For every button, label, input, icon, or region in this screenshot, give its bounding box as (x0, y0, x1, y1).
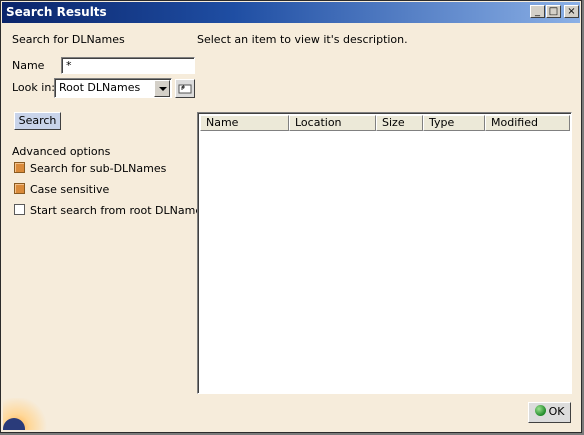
title-bar[interactable]: Search Results _ □ × (2, 2, 580, 23)
column-header-type[interactable]: Type (423, 115, 485, 131)
column-header-name[interactable]: Name (200, 115, 289, 131)
window-title: Search Results (6, 5, 107, 19)
checkbox-case-sensitive[interactable] (14, 183, 25, 194)
minimize-button[interactable]: _ (530, 5, 545, 18)
results-list[interactable]: Name Location Size Type Modified (197, 112, 572, 394)
up-folder-icon (178, 84, 192, 94)
description-text: Select an item to view it's description. (197, 33, 408, 46)
chevron-down-icon[interactable] (154, 80, 170, 97)
ok-label: OK (548, 405, 565, 418)
name-input[interactable]: * (61, 57, 195, 74)
search-results-window: Search Results _ □ × Search for DLNames … (0, 0, 582, 433)
look-in-select[interactable]: Root DLNames (54, 78, 172, 98)
checkbox-root-search[interactable] (14, 204, 25, 215)
column-header-modified[interactable]: Modified (485, 115, 570, 131)
ok-icon (534, 405, 546, 416)
column-header-size[interactable]: Size (376, 115, 423, 131)
checkbox-root-search-label: Start search from root DLName (30, 204, 203, 217)
checkbox-case-sensitive-label: Case sensitive (30, 183, 110, 196)
look-in-label: Look in: (12, 81, 55, 94)
app-logo (3, 398, 49, 430)
search-button[interactable]: Search (14, 112, 61, 130)
close-button[interactable]: × (564, 5, 579, 18)
advanced-options-heading: Advanced options (12, 145, 111, 158)
checkbox-sub-dlnames[interactable] (14, 162, 25, 173)
up-folder-button[interactable] (175, 79, 195, 98)
checkbox-sub-dlnames-label: Search for sub-DLNames (30, 162, 167, 175)
name-label: Name (12, 59, 45, 72)
look-in-value: Root DLNames (59, 81, 141, 94)
column-header-location[interactable]: Location (289, 115, 376, 131)
maximize-button[interactable]: □ (546, 5, 561, 18)
ok-button[interactable]: OK (528, 402, 571, 423)
search-heading: Search for DLNames (12, 33, 125, 46)
